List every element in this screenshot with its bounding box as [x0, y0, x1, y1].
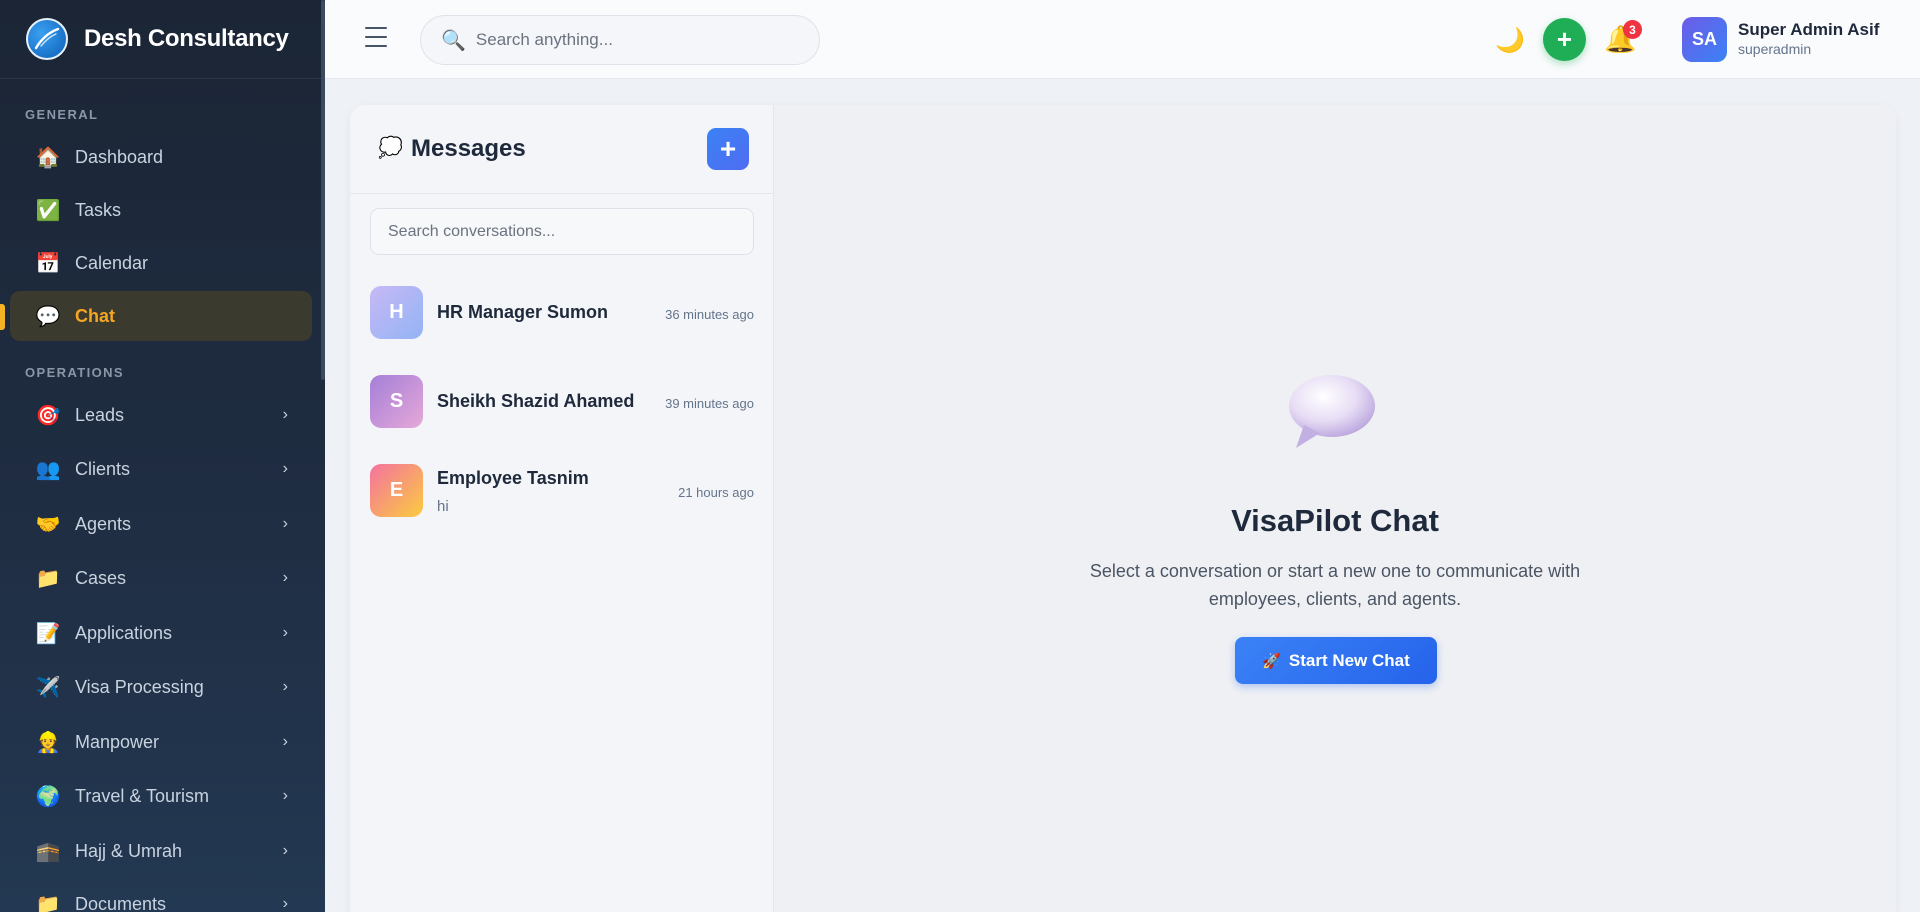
- chevron-right-icon: ›: [282, 787, 288, 804]
- section-title-general: GENERAL: [25, 107, 99, 122]
- plus-icon: +: [1556, 24, 1573, 54]
- sidebar-item-label: Travel & Tourism: [75, 785, 210, 806]
- chevron-right-icon: ›: [282, 624, 288, 641]
- sidebar-item-visa-processing[interactable]: ✈️ Visa Processing ›: [10, 662, 312, 712]
- speech-bubble-icon: 💬: [35, 305, 61, 328]
- brand[interactable]: Desh Consultancy: [0, 0, 325, 79]
- hamburger-menu-icon[interactable]: [365, 27, 387, 47]
- messages-title: Messages: [411, 135, 526, 162]
- conversation-item[interactable]: E Employee Tasnim 21 hours ago hi: [370, 464, 754, 524]
- global-search[interactable]: 🔍: [420, 15, 820, 65]
- sidebar-item-label: Cases: [75, 567, 127, 588]
- sidebar-item-travel-tourism[interactable]: 🌍 Travel & Tourism ›: [10, 771, 312, 821]
- chevron-right-icon: ›: [282, 895, 288, 912]
- conversation-avatar: S: [370, 375, 423, 428]
- sidebar-item-calendar[interactable]: 📅 Calendar: [10, 238, 312, 288]
- plus-icon: +: [719, 133, 737, 164]
- conversation-avatar: E: [370, 464, 423, 517]
- sidebar-item-tasks[interactable]: ✅ Tasks: [10, 185, 312, 235]
- conversation-search-input[interactable]: [370, 208, 754, 255]
- document-icon: 📝: [35, 622, 61, 645]
- global-search-input[interactable]: [475, 30, 796, 50]
- conversation-avatar: H: [370, 286, 423, 339]
- checkbox-icon: ✅: [35, 199, 61, 222]
- messages-panel: 💭 Messages + H HR Manager Sumon 36 minut…: [350, 105, 1896, 912]
- section-title-operations: OPERATIONS: [25, 365, 124, 380]
- sidebar-item-applications[interactable]: 📝 Applications ›: [10, 608, 312, 658]
- sidebar-item-dashboard[interactable]: 🏠 Dashboard: [10, 132, 312, 182]
- conversation-item[interactable]: S Sheikh Shazid Ahamed 39 minutes ago: [370, 375, 754, 435]
- start-new-chat-label: Start New Chat: [1288, 650, 1410, 670]
- sidebar-item-label: Chat: [75, 305, 115, 326]
- sidebar-item-label: Applications: [75, 622, 173, 643]
- people-icon: 👥: [35, 458, 61, 481]
- chevron-right-icon: ›: [282, 569, 288, 586]
- handshake-icon: 🤝: [35, 513, 61, 536]
- calendar-icon: 📅: [35, 252, 61, 275]
- sidebar-item-chat[interactable]: 💬 Chat: [10, 291, 312, 341]
- empty-state-title: VisaPilot Chat: [1231, 503, 1439, 538]
- sidebar-item-leads[interactable]: 🎯 Leads ›: [10, 390, 312, 440]
- conversation-time: 39 minutes ago: [665, 396, 754, 411]
- sidebar-item-hajj-umrah[interactable]: 🕋 Hajj & Umrah ›: [10, 826, 312, 876]
- top-header: 🔍 🌙 + 🔔 3 SA Super Admin Asif superadmin: [325, 0, 1920, 79]
- rocket-icon: 🚀: [1262, 652, 1281, 670]
- chat-empty-state: VisaPilot Chat Select a conversation or …: [774, 105, 1896, 912]
- user-name[interactable]: Super Admin Asif: [1738, 20, 1879, 40]
- chevron-right-icon: ›: [282, 406, 288, 423]
- start-new-chat-button[interactable]: 🚀 Start New Chat: [1235, 637, 1437, 684]
- brand-logo-icon: [26, 18, 68, 60]
- user-role: superadmin: [1738, 41, 1812, 57]
- sidebar-item-label: Dashboard: [75, 146, 164, 167]
- user-avatar[interactable]: SA: [1682, 17, 1727, 62]
- sidebar-item-clients[interactable]: 👥 Clients ›: [10, 444, 312, 494]
- chevron-right-icon: ›: [282, 515, 288, 532]
- folder-icon: 📁: [35, 893, 61, 912]
- sidebar-item-label: Visa Processing: [75, 676, 204, 697]
- sidebar-item-cases[interactable]: 📁 Cases ›: [10, 553, 312, 603]
- dark-mode-toggle-icon[interactable]: 🌙: [1495, 26, 1525, 55]
- search-icon: 🔍: [441, 29, 466, 52]
- notification-badge: 3: [1623, 20, 1642, 39]
- conversation-preview: hi: [437, 498, 449, 515]
- kaaba-icon: 🕋: [35, 840, 61, 863]
- conversation-name: Employee Tasnim: [437, 468, 589, 488]
- sidebar-item-label: Documents: [75, 893, 167, 912]
- globe-icon: 🌍: [35, 785, 61, 808]
- target-icon: 🎯: [35, 404, 61, 427]
- sidebar-item-agents[interactable]: 🤝 Agents ›: [10, 499, 312, 549]
- chevron-right-icon: ›: [282, 842, 288, 859]
- conversation-list: 💭 Messages + H HR Manager Sumon 36 minut…: [350, 105, 774, 912]
- conversation-item[interactable]: H HR Manager Sumon 36 minutes ago: [370, 286, 754, 346]
- chevron-right-icon: ›: [282, 678, 288, 695]
- chevron-right-icon: ›: [282, 733, 288, 750]
- sidebar-item-documents[interactable]: 📁 Documents ›: [10, 879, 312, 912]
- worker-icon: 👷: [35, 731, 61, 754]
- quick-add-button[interactable]: +: [1543, 18, 1586, 61]
- sidebar-item-label: Leads: [75, 404, 125, 425]
- speech-bubble-icon: 💭: [378, 137, 403, 159]
- conversation-name: HR Manager Sumon: [437, 302, 609, 322]
- airplane-icon: ✈️: [35, 676, 61, 699]
- active-indicator: [0, 304, 5, 330]
- sidebar-item-label: Tasks: [75, 199, 122, 220]
- sidebar-item-label: Manpower: [75, 731, 160, 752]
- brand-name: Desh Consultancy: [84, 25, 289, 52]
- sidebar-item-label: Calendar: [75, 252, 149, 273]
- sidebar: Desh Consultancy GENERAL 🏠 Dashboard ✅ T…: [0, 0, 325, 912]
- conversation-name: Sheikh Shazid Ahamed: [437, 391, 635, 411]
- sidebar-item-label: Agents: [75, 513, 132, 534]
- empty-state-description: Select a conversation or start a new one…: [1089, 561, 1581, 609]
- conversation-time: 21 hours ago: [678, 485, 754, 500]
- chat-bubble-icon: [1286, 373, 1378, 458]
- conversation-time: 36 minutes ago: [665, 307, 754, 322]
- messages-header: 💭 Messages +: [350, 105, 773, 194]
- new-conversation-button[interactable]: +: [707, 128, 749, 170]
- house-icon: 🏠: [35, 146, 61, 169]
- chevron-right-icon: ›: [282, 460, 288, 477]
- sidebar-item-label: Hajj & Umrah: [75, 840, 183, 861]
- folder-icon: 📁: [35, 567, 61, 590]
- sidebar-item-label: Clients: [75, 458, 131, 479]
- sidebar-item-manpower[interactable]: 👷 Manpower ›: [10, 717, 312, 767]
